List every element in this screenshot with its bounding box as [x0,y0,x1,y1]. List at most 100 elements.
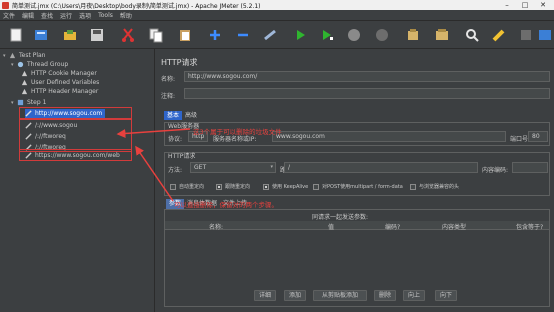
checkbox-box[interactable] [263,183,269,190]
checkbox-browser-compatible[interactable]: 与浏览器兼容的头 [410,183,459,190]
tree-item-label: Step 1 [27,99,47,106]
tab-advanced[interactable]: 高级 [182,111,200,120]
sampler-tabs: 基本 高级 [164,111,200,120]
checkbox-label: 自动重定向 [179,184,205,190]
encoding-label: 内容编码: [482,167,509,174]
down-button[interactable]: 向下 [435,290,457,301]
clear-icon[interactable] [405,27,421,43]
tree-item-header-manager[interactable]: HTTP Header Manager [21,87,98,96]
detail-button[interactable]: 详细 [254,290,276,301]
delete-button[interactable]: 删除 [374,290,396,301]
collapse-icon[interactable] [235,27,251,43]
tree-item-test-plan[interactable]: ▾ Test Plan [3,51,46,60]
checkbox-box[interactable] [313,183,319,190]
checkbox-label: 跟随重定向 [225,184,251,190]
params-table-title: 同请求一起发送参数: [312,214,369,221]
panel-title: HTTP请求 [161,58,198,67]
maximize-icon[interactable]: □ [516,0,534,10]
help-icon[interactable] [537,27,553,43]
checkbox-label: 与浏览器兼容的头 [419,184,460,190]
menu-file[interactable]: 文件 [3,11,15,20]
up-button[interactable]: 向上 [403,290,425,301]
http-sampler-panel: HTTP请求 名称: http://www.sogou.com/ 注释: 基本 … [156,49,554,312]
tree-item-cookie-manager[interactable]: HTTP Cookie Manager [21,69,97,78]
shutdown-icon[interactable] [374,27,390,43]
comment-label: 注释: [161,93,176,100]
templates-icon[interactable] [33,27,49,43]
params-table-header: 名称: 值 编码? 内容类型 包含等于? [165,221,549,231]
menu-run[interactable]: 运行 [60,11,72,20]
thread-group-icon [17,61,24,68]
paste-icon[interactable] [177,27,193,43]
menu-options[interactable]: 选项 [79,11,91,20]
add-from-clipboard-button[interactable]: 从剪贴板添加 [313,290,367,301]
function-helper-icon[interactable] [518,27,534,43]
tree-item-label: Thread Group [27,61,69,68]
new-file-icon[interactable] [8,27,24,43]
test-plan-tree: ▾ Test Plan ▾ Thread Group HTTP Cookie M… [0,49,155,312]
tab-basic[interactable]: 基本 [164,111,183,120]
open-icon[interactable] [62,27,78,43]
checkbox-label: 对POST使用multipart / form-data [322,184,403,190]
window-title: 简单测试.jmx (C:\Users\月夜\Desktop\body录制\简单测… [12,2,261,10]
clear-all-icon[interactable] [434,27,450,43]
tree-item-label: Test Plan [19,52,46,59]
protocol-label: 协议: [168,136,183,143]
config-icon [21,70,28,77]
tree-item-step-1[interactable]: ▾ Step 1 [11,98,46,107]
menu-edit[interactable]: 编辑 [22,11,34,20]
annotation-box-junk-items [19,119,132,152]
name-label: 名称: [161,76,176,83]
checkbox-box[interactable] [170,183,176,190]
checkbox-keepalive[interactable]: 使用 KeepAlive [263,183,308,190]
column-header: 包含等于? [516,224,544,231]
port-field[interactable]: 80 [528,131,548,142]
method-select[interactable]: GET ▾ [190,162,276,173]
toolbar [0,21,554,49]
window-titlebar: 简单测试.jmx (C:\Users\月夜\Desktop\body录制\简单测… [0,0,554,10]
stop-icon[interactable] [346,27,362,43]
checkbox-box[interactable] [216,183,222,190]
encoding-field[interactable] [512,162,548,173]
menu-bar: 文件 编辑 查找 运行 选项 Tools 帮助 [0,10,554,21]
add-button[interactable]: 添加 [284,290,306,301]
checkbox-label: 使用 KeepAlive [272,184,309,190]
chevron-down-icon: ▾ [270,164,273,170]
expand-icon[interactable] [207,27,223,43]
menu-search[interactable]: 查找 [41,11,53,20]
tree-item-label: User Defined Variables [31,79,100,86]
annotation-box-selected [19,107,132,119]
tree-expander[interactable]: ▾ [11,100,16,106]
checkbox-multipart[interactable]: 对POST使用multipart / form-data [313,183,403,190]
tree-expander[interactable]: ▾ [11,62,16,68]
path-field[interactable]: / [284,162,478,173]
comment-field[interactable] [184,88,550,99]
start-no-pauses-icon[interactable] [319,27,335,43]
name-field[interactable]: http://www.sogou.com/ [184,71,550,82]
reset-search-icon[interactable] [491,27,507,43]
checkbox-box[interactable] [410,183,416,190]
tree-item-thread-group[interactable]: ▾ Thread Group [11,60,68,69]
tree-item-user-defined-variables[interactable]: User Defined Variables [21,78,99,87]
column-header: 名称: [209,224,224,231]
window-controls: – □ ✕ [498,0,552,10]
jmeter-app-icon [2,1,9,9]
tree-expander[interactable]: ▾ [3,53,8,59]
server-field[interactable]: www.sogou.com [272,131,506,142]
minimize-icon[interactable]: – [498,0,516,10]
search-icon[interactable] [464,27,480,43]
close-icon[interactable]: ✕ [534,0,552,10]
start-icon[interactable] [292,27,308,43]
checkbox-follow-redirects[interactable]: 跟随重定向 [216,183,250,190]
column-header: 值 [328,224,335,231]
config-icon [21,88,28,95]
menu-tools[interactable]: Tools [98,12,113,19]
cut-icon[interactable] [120,27,136,43]
save-icon[interactable] [89,27,105,43]
method-label: 方法: [168,167,183,174]
copy-icon[interactable] [148,27,164,43]
checkbox-auto-redirect[interactable]: 自动重定向 [170,183,204,190]
toggle-icon[interactable] [262,27,278,43]
menu-help[interactable]: 帮助 [120,11,132,20]
method-value: GET [194,164,207,171]
